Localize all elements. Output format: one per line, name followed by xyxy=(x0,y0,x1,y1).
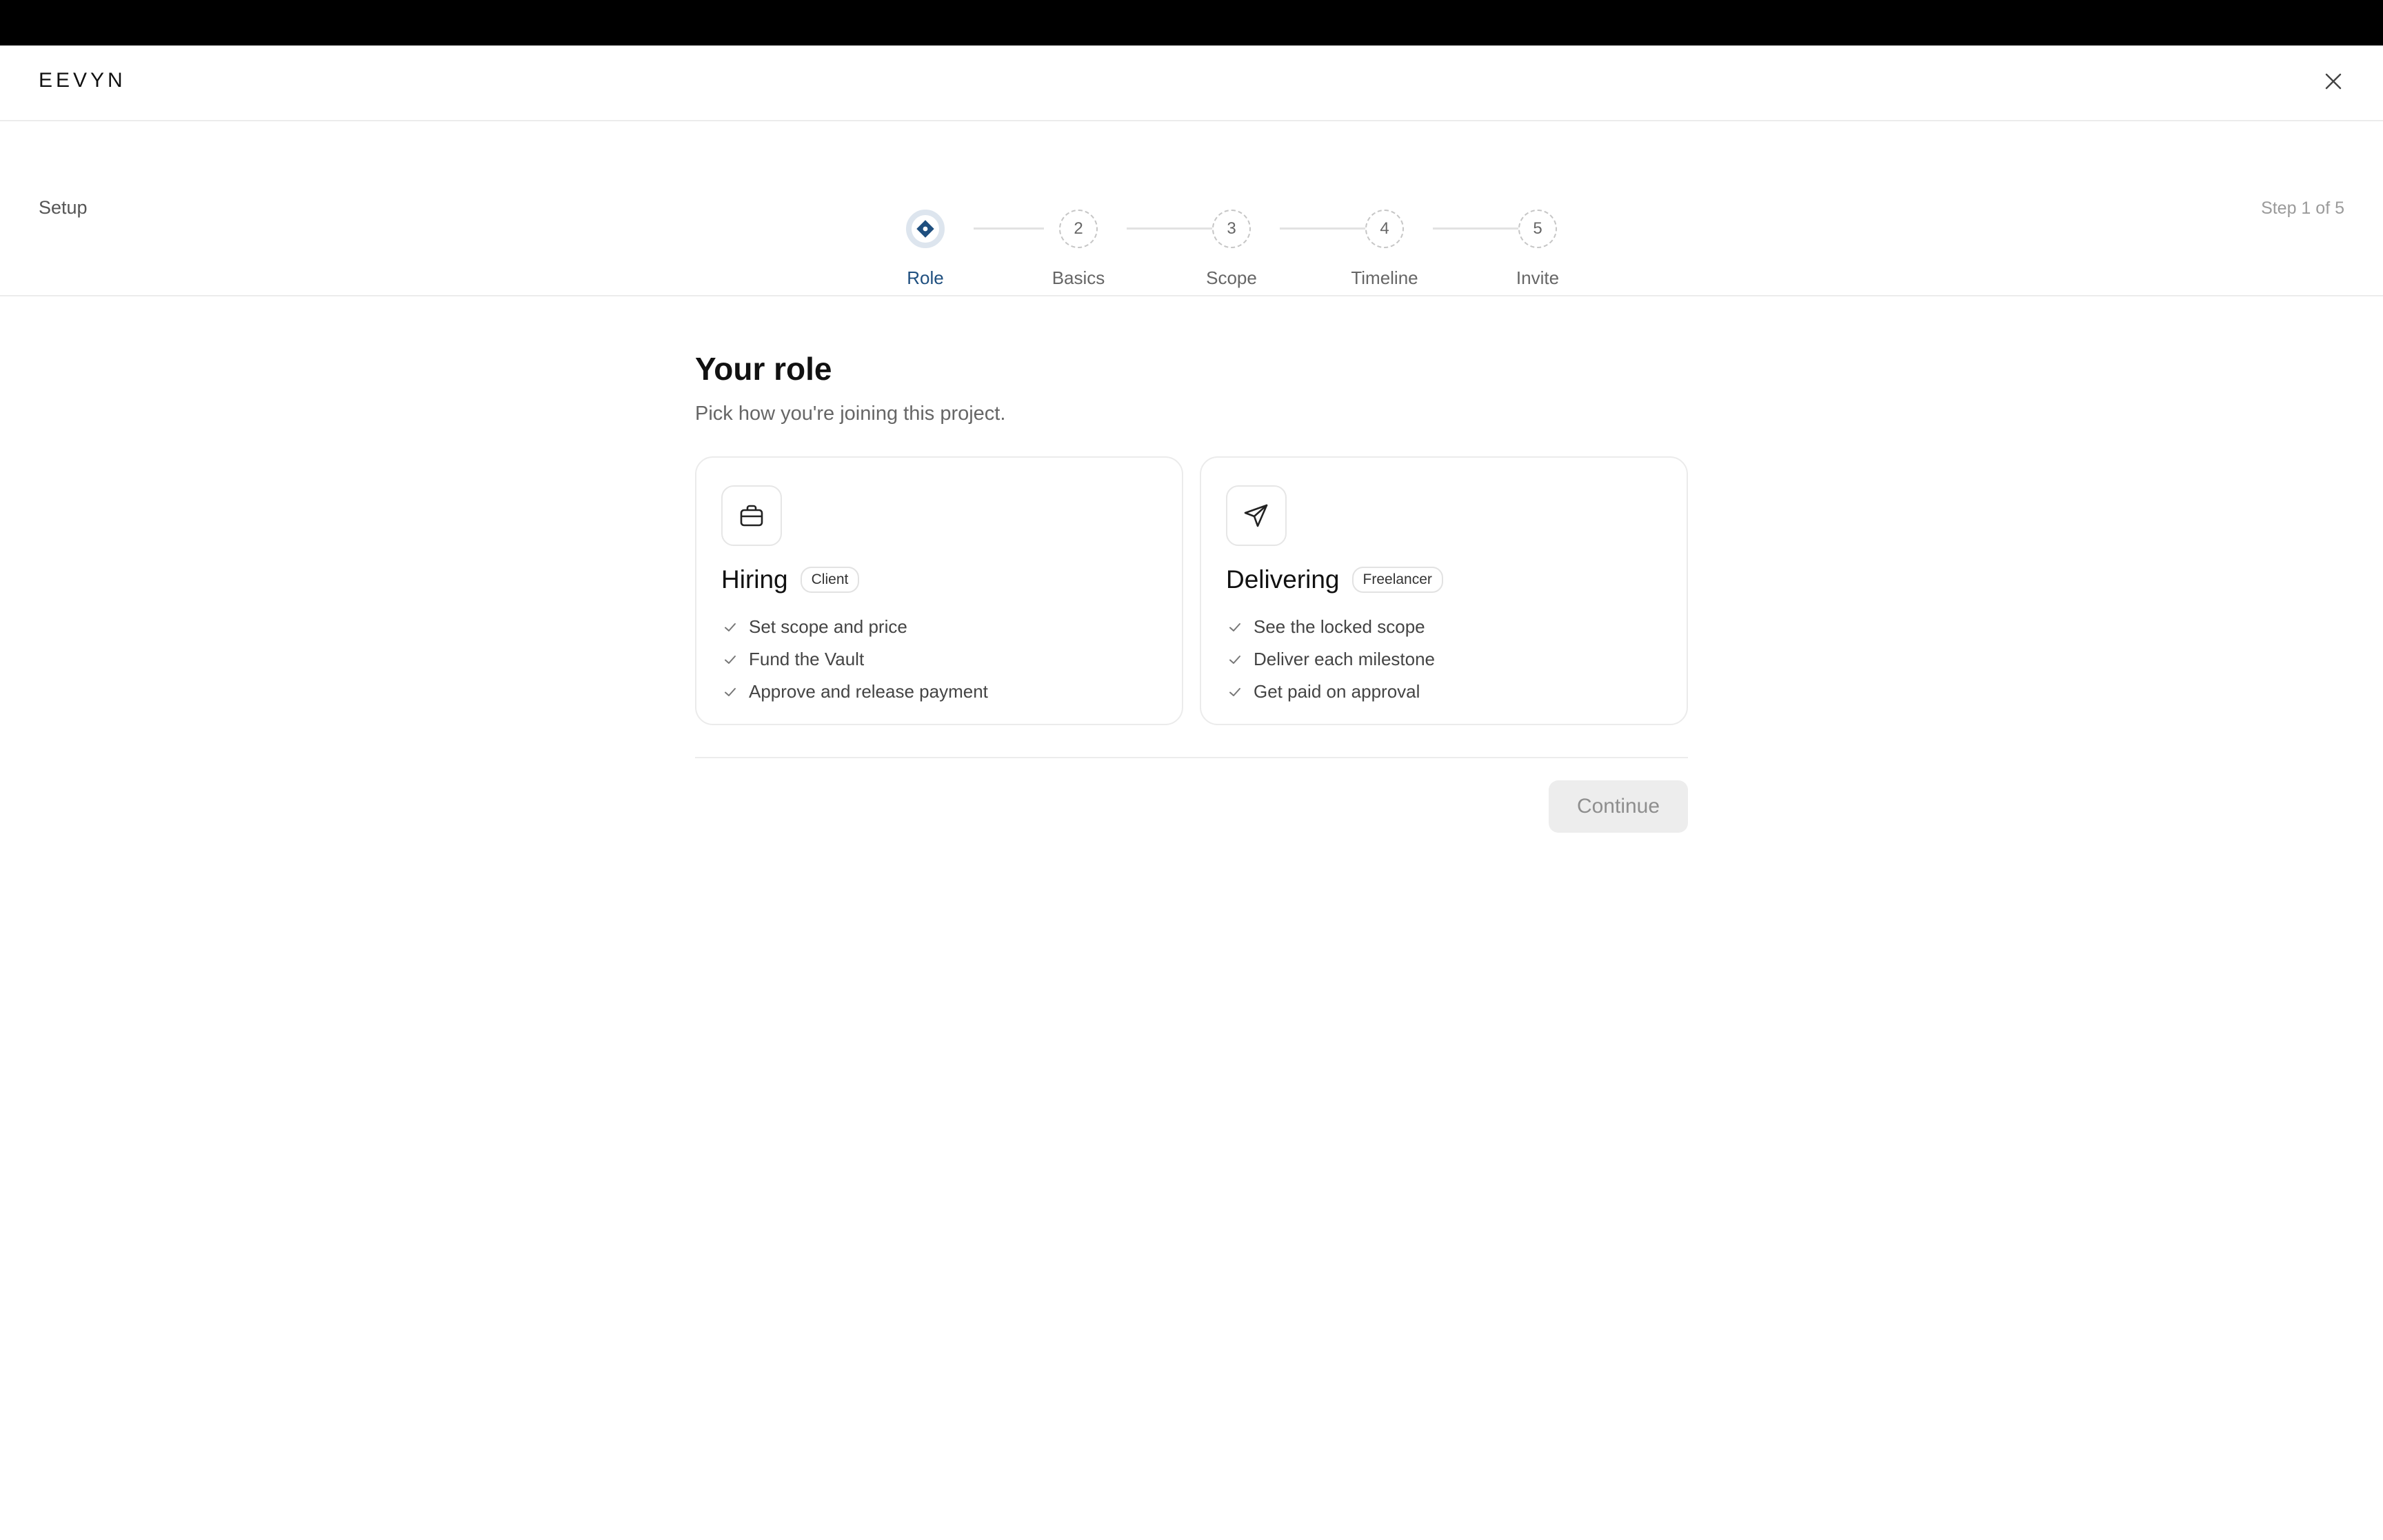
check-icon xyxy=(1226,651,1244,669)
step-number: 3 xyxy=(1212,210,1251,248)
feature-text: Deliver each milestone xyxy=(1254,649,1436,669)
app-header: EEVYN xyxy=(0,45,2383,121)
page-title: Your role xyxy=(695,351,832,387)
feature-item: See the locked scope xyxy=(1226,611,1435,643)
step-node-active xyxy=(906,210,945,248)
step-number: 5 xyxy=(1518,210,1557,248)
step-label: Role xyxy=(907,267,944,288)
check-icon xyxy=(721,651,739,669)
feature-list: See the locked scope Deliver each milest… xyxy=(1226,611,1435,708)
feature-item: Deliver each milestone xyxy=(1226,643,1435,676)
role-card-delivering[interactable]: Delivering Freelancer See the locked sco… xyxy=(1200,456,1688,725)
check-icon xyxy=(1226,683,1244,701)
step-number: 4 xyxy=(1365,210,1404,248)
feature-item: Fund the Vault xyxy=(721,643,988,676)
check-icon xyxy=(721,683,739,701)
card-title-row: Delivering Freelancer xyxy=(1226,565,1443,594)
card-title: Delivering xyxy=(1226,565,1340,594)
close-icon xyxy=(2325,73,2342,90)
feature-text: Set scope and price xyxy=(749,616,907,637)
page-subtitle: Pick how you're joining this project. xyxy=(695,403,1006,425)
check-icon xyxy=(721,618,739,636)
feature-text: Approve and release payment xyxy=(749,681,988,702)
role-badge: Client xyxy=(800,567,860,593)
continue-button[interactable]: Continue xyxy=(1549,780,1688,833)
feature-item: Approve and release payment xyxy=(721,676,988,708)
feature-list: Set scope and price Fund the Vault Appro… xyxy=(721,611,988,708)
feature-text: See the locked scope xyxy=(1254,616,1425,637)
feature-text: Fund the Vault xyxy=(749,649,865,669)
card-title-row: Hiring Client xyxy=(721,565,860,594)
setup-progress-bar: Setup Role 2 Basics 3 Scope 4 Timeline 5… xyxy=(0,121,2383,296)
step-label: Basics xyxy=(1052,267,1105,288)
footer-divider xyxy=(695,757,1688,758)
briefcase-icon xyxy=(740,505,763,527)
feature-item: Get paid on approval xyxy=(1226,676,1435,708)
brand-logo: EEVYN xyxy=(39,69,126,92)
role-selection: Your role Pick how you're joining this p… xyxy=(695,350,1688,833)
feature-item: Set scope and price xyxy=(721,611,988,643)
step-counter: Step 1 of 5 xyxy=(2261,199,2344,218)
step-label: Scope xyxy=(1206,267,1257,288)
step-connector xyxy=(974,227,1044,230)
role-badge: Freelancer xyxy=(1351,567,1443,593)
paper-plane-icon xyxy=(1244,504,1268,527)
step-label: Timeline xyxy=(1351,267,1418,288)
role-icon-box xyxy=(1226,485,1287,546)
close-button[interactable] xyxy=(2317,65,2350,98)
step-number: 2 xyxy=(1059,210,1098,248)
diamond-icon xyxy=(916,220,934,238)
setup-label: Setup xyxy=(39,197,88,218)
role-cards: Hiring Client Set scope and price Fund t… xyxy=(695,456,1688,725)
role-card-hiring[interactable]: Hiring Client Set scope and price Fund t… xyxy=(695,456,1183,725)
card-title: Hiring xyxy=(721,565,788,594)
feature-text: Get paid on approval xyxy=(1254,681,1420,702)
stepper: Role 2 Basics 3 Scope 4 Timeline 5 Invit… xyxy=(856,160,1559,288)
browser-top-bar xyxy=(0,0,2383,45)
check-icon xyxy=(1226,618,1244,636)
role-icon-box xyxy=(721,485,782,546)
step-label: Invite xyxy=(1516,267,1560,288)
